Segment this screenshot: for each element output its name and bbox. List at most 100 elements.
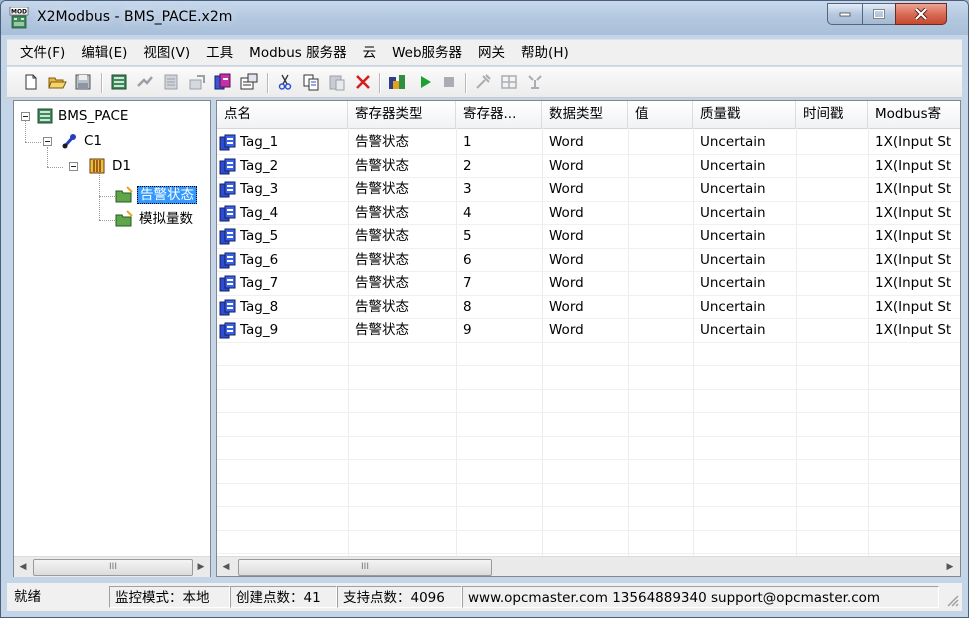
menu-modbus-server[interactable]: Modbus 服务器: [242, 41, 355, 65]
resize-grip-icon[interactable]: [945, 593, 959, 607]
project-tree[interactable]: BMS_PACE C1 D1 告警状态 模拟量数 ◀ III ▶: [13, 100, 211, 577]
svg-text:MOD: MOD: [11, 9, 27, 16]
tree-line: [25, 121, 26, 142]
row-gridline: [217, 435, 960, 437]
stop-icon[interactable]: [439, 72, 459, 92]
register-cell: 7: [463, 275, 472, 291]
column-header-quality[interactable]: 质量戳: [693, 101, 796, 128]
new-channel-icon[interactable]: [109, 72, 129, 92]
table-row[interactable]: Tag_4 告警状态 4 Word Uncertain 1X(Input St: [217, 202, 960, 226]
tree-channel[interactable]: C1: [84, 131, 102, 151]
register-cell: 9: [463, 322, 472, 338]
list-horizontal-scrollbar[interactable]: ◀ III ▶: [217, 556, 960, 576]
menu-tools[interactable]: 工具: [199, 41, 242, 65]
open-folder-icon[interactable]: [47, 72, 67, 92]
table-row[interactable]: Tag_2 告警状态 2 Word Uncertain 1X(Input St: [217, 155, 960, 179]
status-contact: www.opcmaster.com 13564889340 support@op…: [462, 586, 939, 608]
project-icon: [37, 108, 53, 124]
data-type-cell: Word: [549, 228, 584, 244]
scroll-thumb[interactable]: III: [238, 559, 492, 576]
row-gridline: [217, 482, 960, 484]
tool-icon[interactable]: [473, 72, 493, 92]
minimize-icon: [839, 12, 851, 17]
table-row[interactable]: Tag_9 告警状态 9 Word Uncertain 1X(Input St: [217, 319, 960, 343]
scroll-left-arrow[interactable]: ◀: [217, 557, 235, 576]
tag-name-cell: Tag_5: [240, 228, 279, 244]
status-ready: 就绪: [14, 589, 41, 605]
column-header-register[interactable]: 寄存器...: [456, 101, 542, 128]
row-gridline: [217, 153, 960, 155]
menu-cloud[interactable]: 云: [356, 41, 386, 65]
row-gridline: [217, 529, 960, 531]
row-gridline: [217, 459, 960, 460]
modbus-address-cell: 1X(Input St: [875, 204, 952, 221]
scroll-right-arrow[interactable]: ▶: [192, 557, 210, 577]
tree-group-alarm-status[interactable]: 告警状态: [137, 185, 197, 205]
menu-web-server[interactable]: Web服务器: [385, 41, 471, 65]
tree-line: [47, 167, 63, 168]
delete-icon[interactable]: [353, 72, 373, 92]
collapse-toggle[interactable]: [21, 112, 30, 121]
column-header-timestamp[interactable]: 时间戳: [796, 101, 868, 128]
modbus-address-cell: 1X(Input St: [875, 181, 952, 197]
table-row[interactable]: Tag_1 告警状态 1 Word Uncertain 1X(Input St: [217, 131, 960, 155]
start-icon[interactable]: [415, 72, 435, 92]
table-row[interactable]: Tag_6 告警状态 6 Word Uncertain 1X(Input St: [217, 249, 960, 273]
quality-cell: Uncertain: [700, 275, 766, 291]
column-header-data-type[interactable]: 数据类型: [542, 101, 628, 128]
scroll-right-arrow[interactable]: ▶: [941, 557, 959, 576]
register-type-cell: 告警状态: [355, 181, 409, 197]
menu-view[interactable]: 视图(V): [136, 41, 199, 65]
menu-edit[interactable]: 编辑(E): [74, 41, 136, 65]
title-bar[interactable]: MOD X2Modbus - BMS_PACE.x2m: [1, 1, 968, 35]
scroll-thumb[interactable]: III: [33, 559, 193, 576]
menu-help[interactable]: 帮助(H): [514, 41, 578, 65]
table-row[interactable]: Tag_8 告警状态 8 Word Uncertain 1X(Input St: [217, 296, 960, 320]
new-device-icon[interactable]: [135, 72, 155, 92]
timestamp-cell: [796, 249, 868, 273]
run-config-icon[interactable]: [387, 72, 407, 92]
status-bar: 就绪 监控模式：本地 创建点数：41 支持点数：4096 www.opcmast…: [7, 583, 962, 611]
tree-device[interactable]: D1: [112, 156, 131, 176]
table-row[interactable]: Tag_5 告警状态 5 Word Uncertain 1X(Input St: [217, 225, 960, 249]
register-type-cell: 告警状态: [355, 251, 409, 268]
column-header-modbus-address[interactable]: Modbus寄: [868, 101, 960, 128]
register-cell: 2: [463, 157, 472, 174]
quality-cell: Uncertain: [700, 251, 766, 268]
modbus-address-cell: 1X(Input St: [875, 275, 952, 291]
quality-cell: Uncertain: [700, 181, 766, 197]
menu-gateway[interactable]: 网关: [471, 41, 514, 65]
column-header-register-type[interactable]: 寄存器类型: [348, 101, 456, 128]
column-header-value[interactable]: 值: [628, 101, 693, 128]
close-button[interactable]: [895, 3, 947, 25]
new-file-icon[interactable]: [21, 72, 41, 92]
register-type-cell: 告警状态: [355, 134, 409, 150]
collapse-toggle[interactable]: [69, 162, 78, 171]
save-icon[interactable]: [73, 72, 93, 92]
column-header-name[interactable]: 点名: [217, 101, 348, 128]
settings-tool-icon[interactable]: [525, 72, 545, 92]
copy-icon[interactable]: [301, 72, 321, 92]
toolbar-separator: [379, 73, 381, 93]
maximize-button[interactable]: [862, 3, 896, 25]
tag-properties-icon[interactable]: [239, 72, 259, 92]
scroll-left-arrow[interactable]: ◀: [14, 557, 32, 577]
properties-icon[interactable]: [187, 72, 207, 92]
collapse-toggle[interactable]: [43, 137, 52, 146]
menu-file[interactable]: 文件(F): [13, 41, 74, 65]
value-cell: [628, 272, 693, 296]
paste-icon[interactable]: [327, 72, 347, 92]
new-group-icon[interactable]: [161, 72, 181, 92]
data-type-cell: Word: [549, 134, 584, 150]
maximize-icon: [873, 9, 885, 19]
minimize-button[interactable]: [827, 3, 863, 25]
tree-root-project[interactable]: BMS_PACE: [58, 106, 128, 126]
cut-icon[interactable]: [275, 72, 295, 92]
tag-list[interactable]: 点名 寄存器类型 寄存器... 数据类型 值 质量戳 时间戳 Modbus寄 T…: [216, 100, 961, 577]
table-row[interactable]: Tag_3 告警状态 3 Word Uncertain 1X(Input St: [217, 178, 960, 202]
grid-tool-icon[interactable]: [499, 72, 519, 92]
tree-horizontal-scrollbar[interactable]: ◀ III ▶: [14, 556, 210, 577]
new-tag-icon[interactable]: [213, 72, 233, 92]
tree-group-analog[interactable]: 模拟量数: [139, 209, 193, 229]
table-row[interactable]: Tag_7 告警状态 7 Word Uncertain 1X(Input St: [217, 272, 960, 296]
